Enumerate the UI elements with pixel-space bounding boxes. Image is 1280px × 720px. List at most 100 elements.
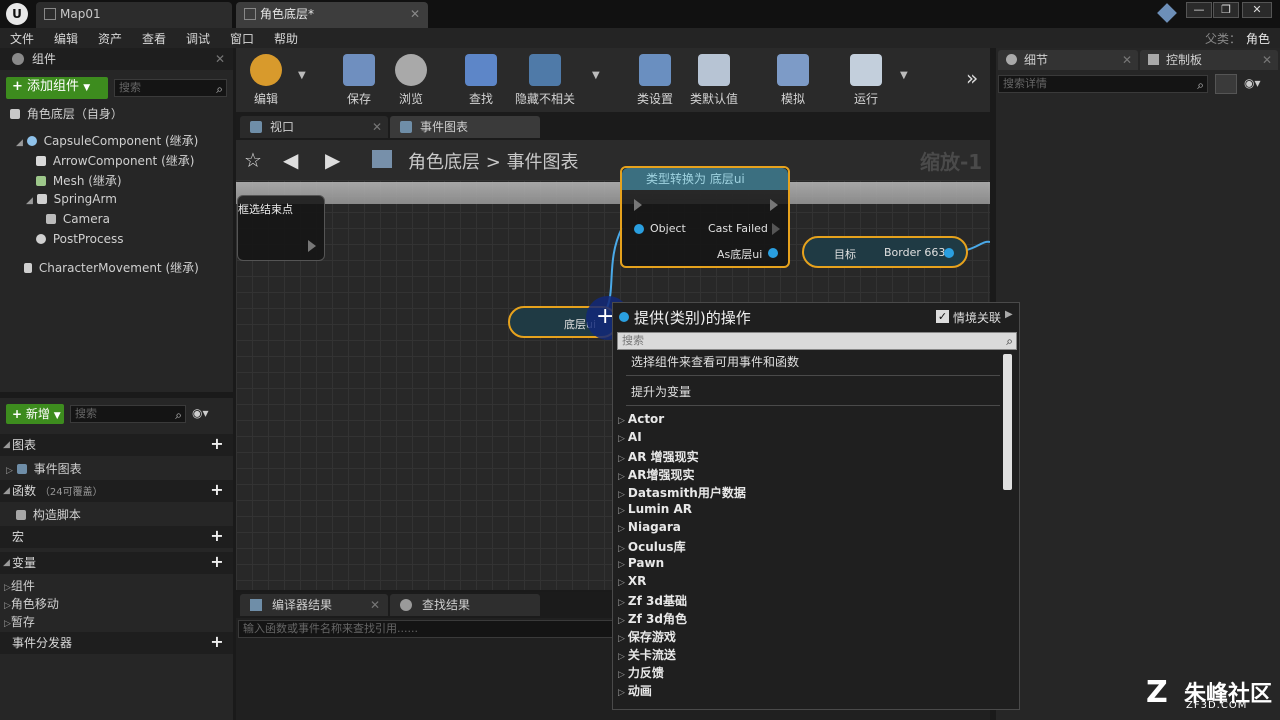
category-zf3d-character[interactable]: ▷ Zf 3d角色 [618,610,687,627]
close-tab-icon[interactable]: ✕ [1262,50,1272,70]
category-save-game[interactable]: ▷ 保存游戏 [618,628,676,645]
component-charmovement[interactable]: CharacterMovement (继承) [24,259,199,276]
forward-arrow-icon[interactable]: ▶ [325,148,340,172]
toolbar-overflow-button[interactable]: » [966,66,978,90]
simulate-button[interactable]: 模拟 [763,50,823,108]
menu-view[interactable]: 查看 [142,30,166,47]
component-self[interactable]: 角色底层（自身） [10,105,123,122]
hide-unrelated-dropdown[interactable]: ▼ [592,70,600,81]
category-level-streaming[interactable]: ▷ 关卡流送 [618,646,676,663]
components-search-input[interactable]: 搜索 ⌕ [114,79,227,97]
component-springarm[interactable]: ◢ SpringArm [26,192,117,206]
tab-details[interactable]: 细节 ✕ [998,50,1138,70]
variable-category-temp[interactable]: ▷暂存 [4,613,35,630]
cast-failed-pin[interactable] [772,223,780,235]
tab-viewport[interactable]: 视口 ✕ [240,116,388,138]
context-sensitive-label[interactable]: 情境关联 [953,309,1001,326]
maximize-button[interactable]: ❐ [1213,2,1239,18]
component-arrow[interactable]: ArrowComponent (继承) [36,152,194,169]
tab-compiler-results[interactable]: 编译器结果 ✕ [240,594,388,616]
save-button[interactable]: 保存 [329,50,389,108]
find-button[interactable]: 查找 [451,50,511,108]
add-macro-icon[interactable]: + [209,528,225,544]
section-functions[interactable]: ◢ 函数 （24可覆盖） + [0,480,233,502]
menu-edit[interactable]: 编辑 [54,30,78,47]
border-target-node[interactable]: 目标 Border 663 [802,236,968,268]
menu-help[interactable]: 帮助 [274,30,298,47]
close-tab-icon[interactable]: ✕ [372,116,382,138]
class-settings-button[interactable]: 类设置 [625,50,685,108]
category-ai[interactable]: ▷ AI [618,430,642,444]
category-oculus[interactable]: ▷ Oculus库 [618,538,686,555]
breadcrumb-root[interactable]: 角色底层 [408,152,480,173]
menu-asset[interactable]: 资产 [98,30,122,47]
close-window-button[interactable]: ✕ [1242,2,1272,18]
category-ar-1[interactable]: ▷ AR 增强现实 [618,448,699,465]
play-options-dropdown[interactable]: ▼ [900,70,908,81]
hide-unrelated-button[interactable]: 隐藏不相关 [508,50,582,108]
add-function-icon[interactable]: + [209,482,225,498]
category-ar-2[interactable]: ▷ AR增强现实 [618,466,694,483]
add-dispatcher-icon[interactable]: + [209,634,225,650]
menu-option-promote-variable[interactable]: 提升为变量 [631,383,691,400]
category-zf3d-basic[interactable]: ▷ Zf 3d基础 [618,592,687,609]
tab-event-graph[interactable]: 事件图表 [390,116,540,138]
variable-category-components[interactable]: ▷组件 [4,577,35,594]
section-graphs[interactable]: ◢ 图表 + [0,434,233,456]
menu-debug[interactable]: 调试 [186,30,210,47]
cast-node[interactable]: 类型转换为 底层ui Object Cast Failed As底层ui [620,166,790,268]
category-niagara[interactable]: ▷ Niagara [618,520,681,534]
tab-palette[interactable]: 控制板 ✕ [1140,50,1278,70]
component-mesh[interactable]: Mesh (继承) [36,172,122,189]
doc-tab-map01[interactable]: Map01 [36,2,232,28]
variable-category-movement[interactable]: ▷角色移动 [4,595,59,612]
visibility-eye-icon[interactable]: ◉▾ [1244,76,1261,90]
graph-item-event[interactable]: ▷ 事件图表 [6,460,82,477]
object-input-pin[interactable] [634,224,644,234]
compile-options-dropdown[interactable]: ▼ [298,70,306,81]
property-matrix-icon[interactable] [1215,74,1237,94]
close-tab-icon[interactable]: ✕ [370,594,380,616]
category-pawn[interactable]: ▷ Pawn [618,556,664,570]
exec-in-pin[interactable] [634,199,642,211]
menu-option-select-component[interactable]: 选择组件来查看可用事件和函数 [631,353,799,370]
component-postprocess[interactable]: PostProcess [36,232,123,246]
doc-tab-blueprint[interactable]: 角色底层* ✕ [236,2,428,28]
parent-class-link[interactable]: 角色 [1246,30,1270,47]
details-search-input[interactable]: 搜索详情 ⌕ [998,75,1208,93]
back-arrow-icon[interactable]: ◀ [283,148,298,172]
browse-button[interactable]: 浏览 [381,50,441,108]
section-event-dispatchers[interactable]: 事件分发器 + [0,632,233,654]
menu-file[interactable]: 文件 [10,30,34,47]
category-datasmith[interactable]: ▷ Datasmith用户数据 [618,484,746,501]
compile-button[interactable]: 编辑 [236,50,296,108]
mybp-search-input[interactable]: 搜索 ⌕ [70,405,186,423]
close-panel-icon[interactable]: ✕ [215,48,225,70]
as-output-pin[interactable] [768,248,778,258]
menu-window[interactable]: 窗口 [230,30,254,47]
border-output-pin[interactable] [944,248,954,258]
add-graph-icon[interactable]: + [209,436,225,452]
category-lumin-ar[interactable]: ▷ Lumin AR [618,502,692,516]
expand-triangle-icon[interactable]: ◢ [16,138,23,148]
component-camera[interactable]: Camera [46,212,110,226]
section-variables[interactable]: ◢ 变量 + [0,552,233,574]
category-xr[interactable]: ▷ XR [618,574,646,588]
action-search-input[interactable]: 搜索 ⌕ [617,332,1017,350]
box-select-end-node[interactable]: 框选结束点 [237,195,325,261]
component-capsule[interactable]: ◢ CapsuleComponent (继承) [16,132,198,149]
tab-find-results[interactable]: 查找结果 [390,594,540,616]
new-button[interactable]: + 新增 ▼ [6,404,64,424]
exec-out-pin[interactable] [308,240,316,252]
expand-triangle-icon[interactable]: ◢ [26,196,33,206]
section-macros[interactable]: 宏 + [0,526,233,548]
category-animation[interactable]: ▷ 动画 [618,682,652,699]
favorite-star-icon[interactable]: ☆ [244,148,262,172]
play-button[interactable]: 运行 [836,50,896,108]
context-sensitive-checkbox[interactable]: ✓ [936,310,949,323]
exec-out-pin[interactable] [770,199,778,211]
category-actor[interactable]: ▷ Actor [618,412,664,426]
panel-splitter[interactable] [0,392,233,398]
minimize-button[interactable]: — [1186,2,1212,18]
visibility-eye-icon[interactable]: ◉▾ [192,406,209,420]
